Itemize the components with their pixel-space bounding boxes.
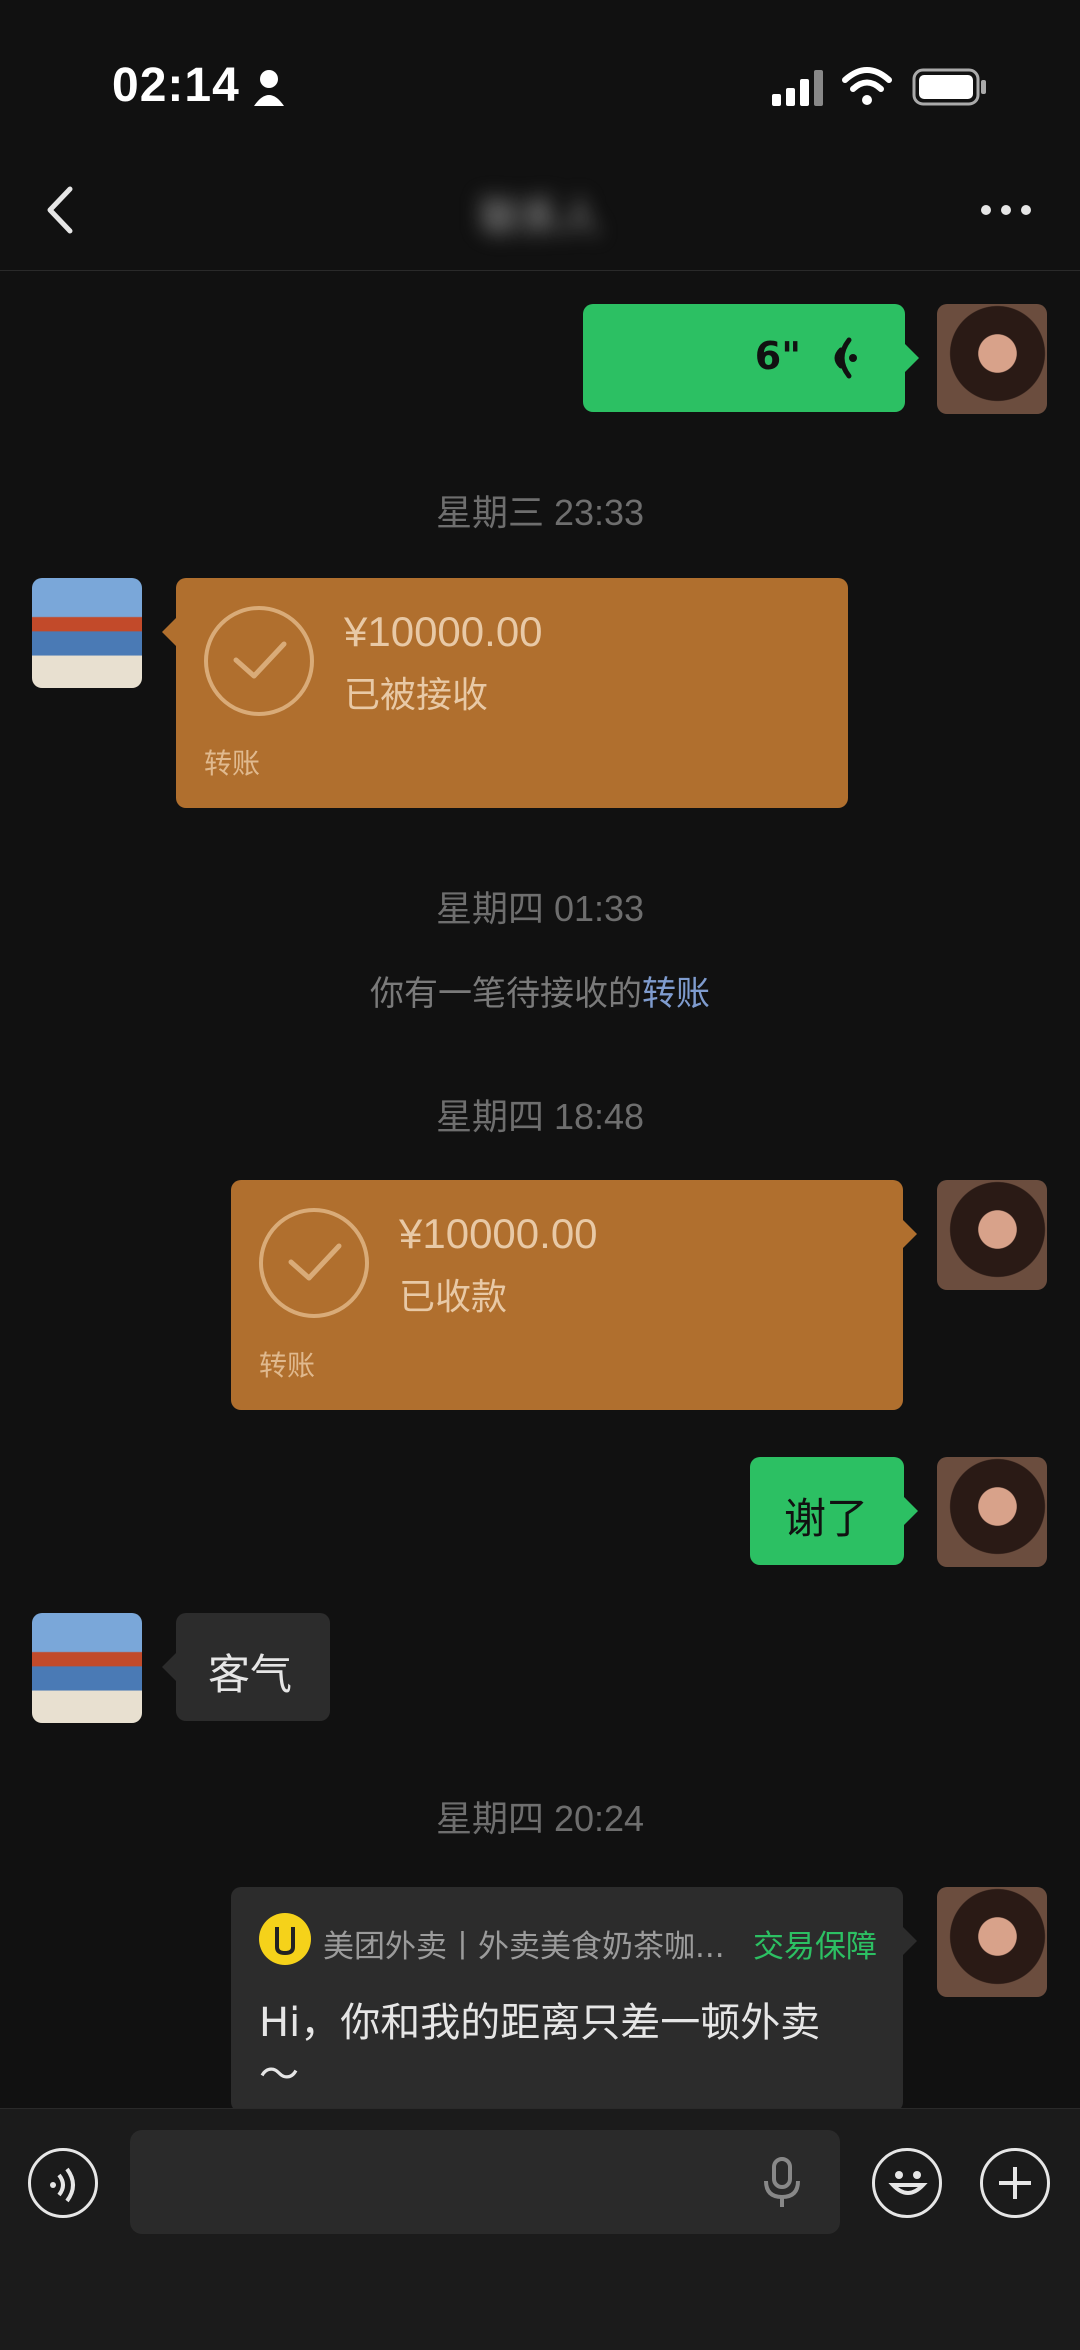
check-circle-icon	[204, 606, 314, 716]
my-avatar[interactable]	[937, 1457, 1047, 1567]
message-input[interactable]	[130, 2130, 840, 2234]
timestamp: 星期四 18:48	[435, 1096, 645, 1137]
emoji-button[interactable]	[872, 2148, 942, 2218]
message-text: 谢了	[784, 1494, 869, 1543]
timestamp: 星期四 01:33	[435, 888, 645, 929]
transfer-card[interactable]: ¥10000.00 已收款 转账	[231, 1180, 917, 1410]
plus-button[interactable]	[980, 2148, 1050, 2218]
system-notice-text: 你有一笔待接收的	[370, 974, 642, 1014]
meituan-logo-icon	[259, 1913, 311, 1965]
transfer-amount: ¥10000.00	[399, 1210, 598, 1257]
card-title: Hi，你和我的距离只差一顿外卖～	[259, 2000, 821, 2098]
transfer-label: 转账	[259, 1349, 316, 1382]
voice-toggle-button[interactable]	[28, 2148, 98, 2218]
transfer-label: 转账	[204, 747, 261, 780]
contact-avatar[interactable]	[32, 578, 142, 688]
voice-duration: 6"	[754, 334, 801, 378]
signal-icon	[772, 70, 823, 106]
check-circle-icon	[259, 1208, 369, 1318]
timestamp: 星期三 23:33	[435, 492, 645, 533]
battery-icon	[912, 68, 986, 106]
system-notice: 你有一笔待接收的转账	[0, 966, 1080, 1015]
text-message-bubble[interactable]: 客气	[162, 1613, 330, 1721]
my-avatar[interactable]	[937, 304, 1047, 414]
mini-program-card[interactable]: 美团外卖丨外卖美食奶茶咖... 交易保障 Hi，你和我的距离只差一顿外卖～	[231, 1887, 917, 2112]
card-badge: 交易保障	[753, 1929, 877, 1965]
chat-title: 联系人	[480, 195, 600, 241]
text-message-bubble[interactable]: 谢了	[750, 1457, 918, 1565]
transfer-status: 已收款	[399, 1277, 508, 1318]
voice-message-bubble[interactable]: 6"	[583, 304, 919, 412]
contact-avatar[interactable]	[32, 1613, 142, 1723]
voice-wave-icon	[834, 337, 857, 379]
person-icon	[254, 70, 284, 106]
message-text: 客气	[208, 1650, 293, 1699]
transfer-amount: ¥10000.00	[344, 608, 543, 655]
transfer-link[interactable]: 转账	[642, 974, 710, 1014]
wifi-icon	[842, 67, 892, 105]
more-icon[interactable]	[978, 202, 1034, 218]
microphone-icon[interactable]	[762, 2155, 802, 2211]
my-avatar[interactable]	[937, 1887, 1047, 1997]
back-icon[interactable]	[40, 185, 80, 235]
transfer-card[interactable]: ¥10000.00 已被接收 转账	[162, 578, 848, 808]
transfer-status: 已被接收	[344, 675, 489, 716]
my-avatar[interactable]	[937, 1180, 1047, 1290]
timestamp: 星期四 20:24	[435, 1798, 645, 1839]
status-time: 02:14	[112, 59, 240, 112]
card-source: 美团外卖丨外卖美食奶茶咖...	[323, 1929, 725, 1965]
